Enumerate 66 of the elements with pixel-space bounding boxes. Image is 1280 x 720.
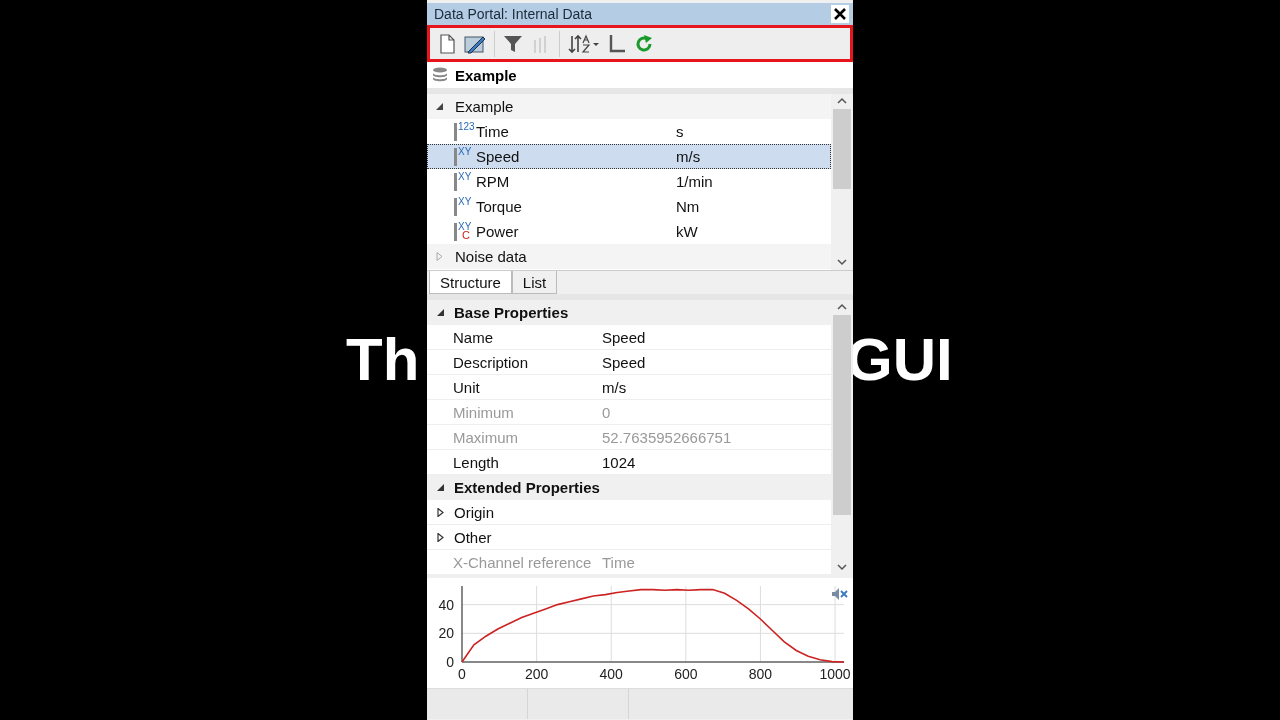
axis-icon: [608, 33, 626, 54]
channel-unit: s: [676, 123, 685, 140]
scroll-up-icon[interactable]: [837, 97, 847, 105]
close-preview-icon[interactable]: [831, 586, 849, 602]
channel-row[interactable]: XY Speed m/s: [427, 144, 831, 169]
filter-icon: [503, 33, 523, 54]
axis-tick-label: 40: [438, 596, 454, 613]
property-name: Length: [453, 453, 500, 471]
tree-node[interactable]: Noise data: [427, 244, 831, 269]
axis-tick-label: 20: [438, 625, 454, 642]
channel-unit: kW: [676, 223, 699, 240]
axis-tick-label: 1000: [819, 666, 851, 682]
data-source-name: Example: [455, 66, 517, 84]
channel-name: Speed: [476, 148, 521, 165]
caption-text: Th: [346, 325, 420, 395]
close-icon: [833, 7, 847, 21]
property-name: Maximum: [453, 428, 519, 446]
property-name: Unit: [453, 378, 481, 396]
scroll-down-icon[interactable]: [837, 563, 847, 571]
tree-node[interactable]: Example: [427, 94, 831, 119]
close-button[interactable]: [831, 5, 849, 23]
property-value[interactable]: Speed: [602, 328, 831, 346]
tab[interactable]: Structure: [429, 271, 512, 294]
document-icon: [438, 33, 456, 54]
collapse-icon[interactable]: [436, 308, 446, 317]
scrollbar[interactable]: [831, 94, 853, 270]
database-icon: [431, 66, 449, 84]
property-value[interactable]: m/s: [602, 378, 831, 396]
property-group[interactable]: Base Properties: [427, 300, 831, 325]
property-name: Description: [453, 353, 530, 371]
property-name: Minimum: [453, 403, 515, 421]
scrollbar[interactable]: [831, 300, 853, 575]
property-value[interactable]: 1024: [602, 453, 831, 471]
property-value[interactable]: Speed: [602, 353, 831, 371]
property-name: Name: [453, 328, 494, 346]
property-name: X-Channel reference: [453, 553, 593, 571]
channel-row[interactable]: XY RPM 1/min: [427, 169, 831, 194]
caption-text: GUI: [846, 325, 953, 395]
channel-unit: Nm: [676, 198, 701, 215]
channel-name: Power: [476, 223, 520, 240]
axis-tick-label: 0: [446, 654, 454, 670]
axis-tick-label: 0: [458, 666, 466, 682]
channel-name: Time: [476, 123, 510, 140]
channel-unit: 1/min: [676, 173, 714, 190]
property-subgroup[interactable]: Origin: [427, 500, 831, 525]
collapse-icon[interactable]: [436, 483, 446, 492]
tab[interactable]: List: [511, 271, 558, 294]
scroll-down-icon[interactable]: [837, 258, 847, 266]
property-group[interactable]: Extended Properties: [427, 475, 831, 500]
expand-icon[interactable]: [436, 507, 446, 517]
axis-tick-label: 200: [524, 666, 549, 682]
axis-tick-label: 800: [748, 666, 773, 682]
edit-icon: [464, 33, 486, 54]
expand-icon[interactable]: [436, 532, 446, 542]
scroll-up-icon[interactable]: [837, 303, 847, 311]
property-subgroup[interactable]: Other: [427, 525, 831, 550]
axis-tick-label: 400: [599, 666, 623, 682]
collapse-icon[interactable]: [435, 102, 445, 111]
channel-name: RPM: [476, 173, 511, 190]
refresh-icon: [634, 33, 654, 54]
channel-unit: m/s: [676, 148, 702, 165]
axis-tick-label: 600: [674, 666, 698, 682]
channel-row[interactable]: XY Torque Nm: [427, 194, 831, 219]
window-title: Data Portal: Internal Data: [434, 6, 592, 22]
channel-name: Torque: [476, 198, 523, 215]
sort-icon: [568, 33, 600, 54]
